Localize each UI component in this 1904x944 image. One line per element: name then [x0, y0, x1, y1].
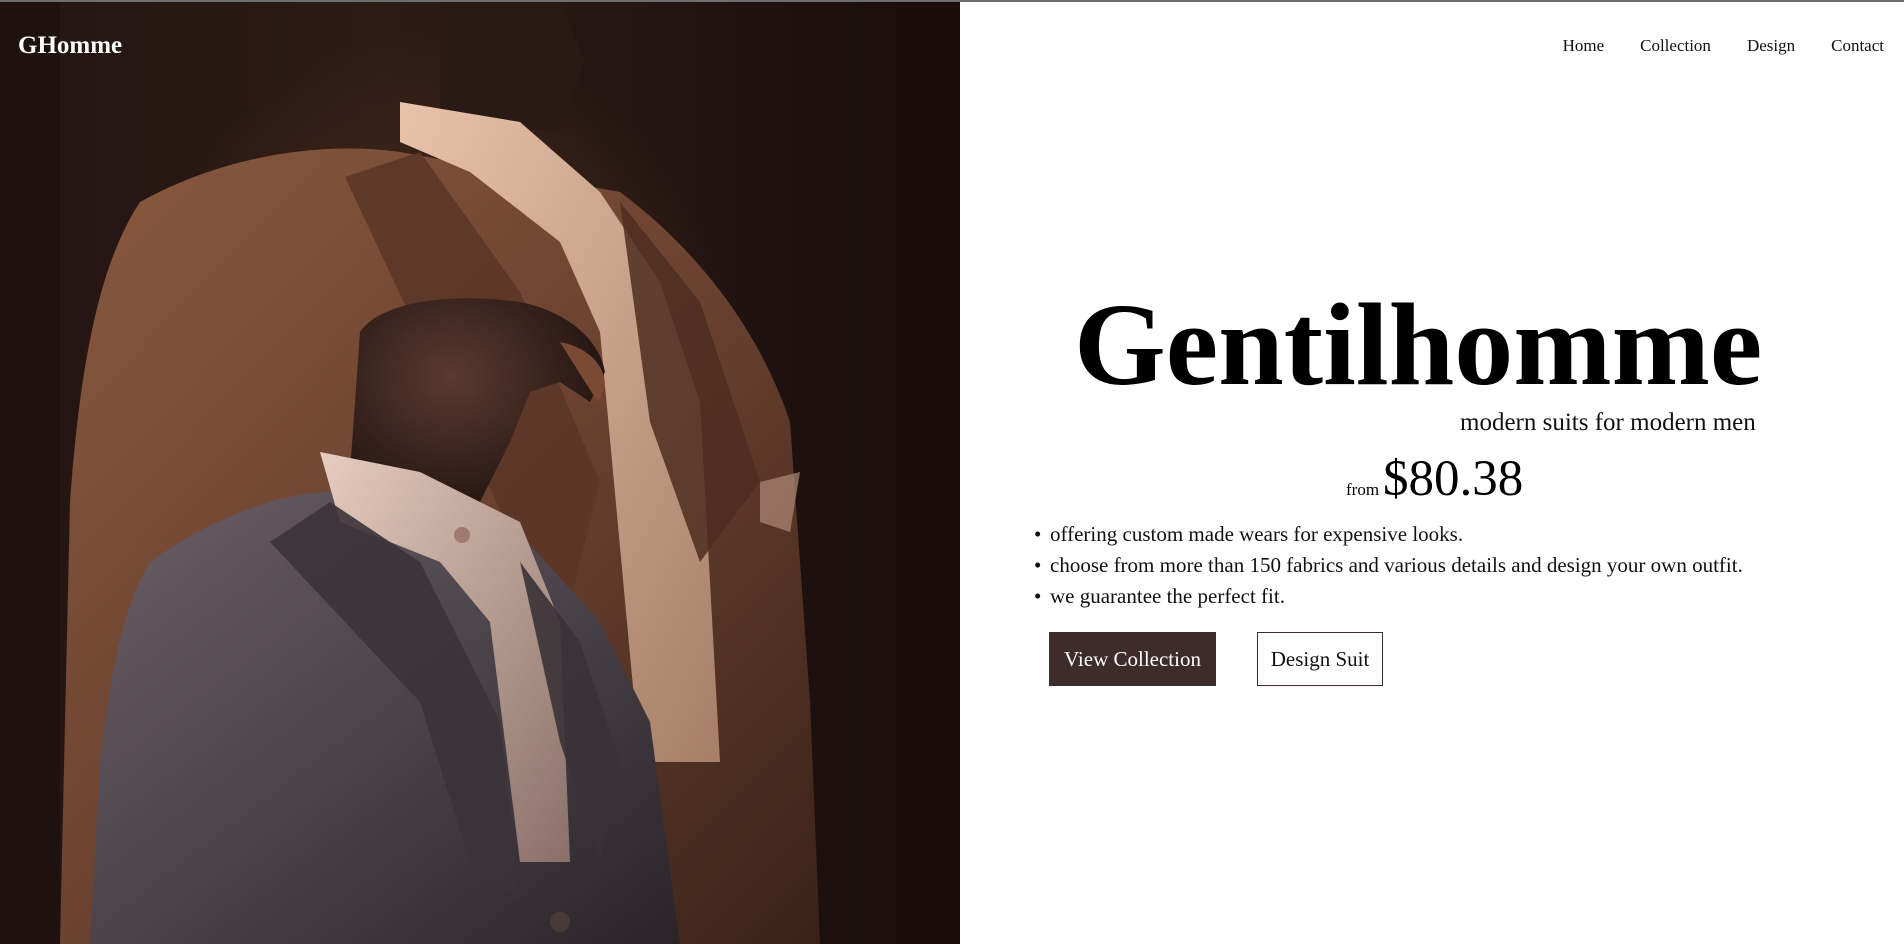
hero-title: Gentilhomme — [1074, 279, 1763, 410]
price-value: $80.38 — [1383, 451, 1524, 507]
list-item: • offering custom made wears for expensiv… — [1034, 519, 1743, 550]
hero-photo: GHomme — [0, 2, 960, 944]
hero-tagline: modern suits for modern men — [1460, 409, 1756, 436]
view-collection-button[interactable]: View Collection — [1049, 632, 1216, 686]
hero-content: Gentilhomme modern suits for modern men … — [960, 0, 1904, 944]
feature-text: we guarantee the perfect fit. — [1050, 584, 1285, 608]
nav-item-design[interactable]: Design — [1747, 36, 1795, 56]
list-item: • we guarantee the perfect fit. — [1034, 581, 1743, 612]
feature-list: • offering custom made wears for expensiv… — [1034, 519, 1743, 612]
design-suit-button[interactable]: Design Suit — [1257, 632, 1383, 686]
bullet-icon: • — [1034, 584, 1042, 608]
landing-page: GHomme Home Collection Design Contact Ge… — [0, 0, 1904, 944]
bullet-icon: • — [1034, 553, 1042, 577]
list-item: • choose from more than 150 fabrics and v… — [1034, 550, 1743, 581]
price-display: from$80.38 — [1346, 450, 1523, 508]
nav-item-contact[interactable]: Contact — [1831, 36, 1884, 56]
nav-item-home[interactable]: Home — [1563, 36, 1605, 56]
price-prefix: from — [1346, 480, 1380, 499]
suits-photo-illustration — [0, 2, 960, 944]
nav-item-collection[interactable]: Collection — [1640, 36, 1711, 56]
brand-logo[interactable]: GHomme — [18, 32, 122, 60]
feature-text: offering custom made wears for expensive… — [1050, 522, 1464, 546]
top-border — [0, 0, 1904, 2]
main-nav: Home Collection Design Contact — [1527, 36, 1884, 56]
feature-text: choose from more than 150 fabrics and va… — [1050, 553, 1743, 577]
bullet-icon: • — [1034, 522, 1042, 546]
